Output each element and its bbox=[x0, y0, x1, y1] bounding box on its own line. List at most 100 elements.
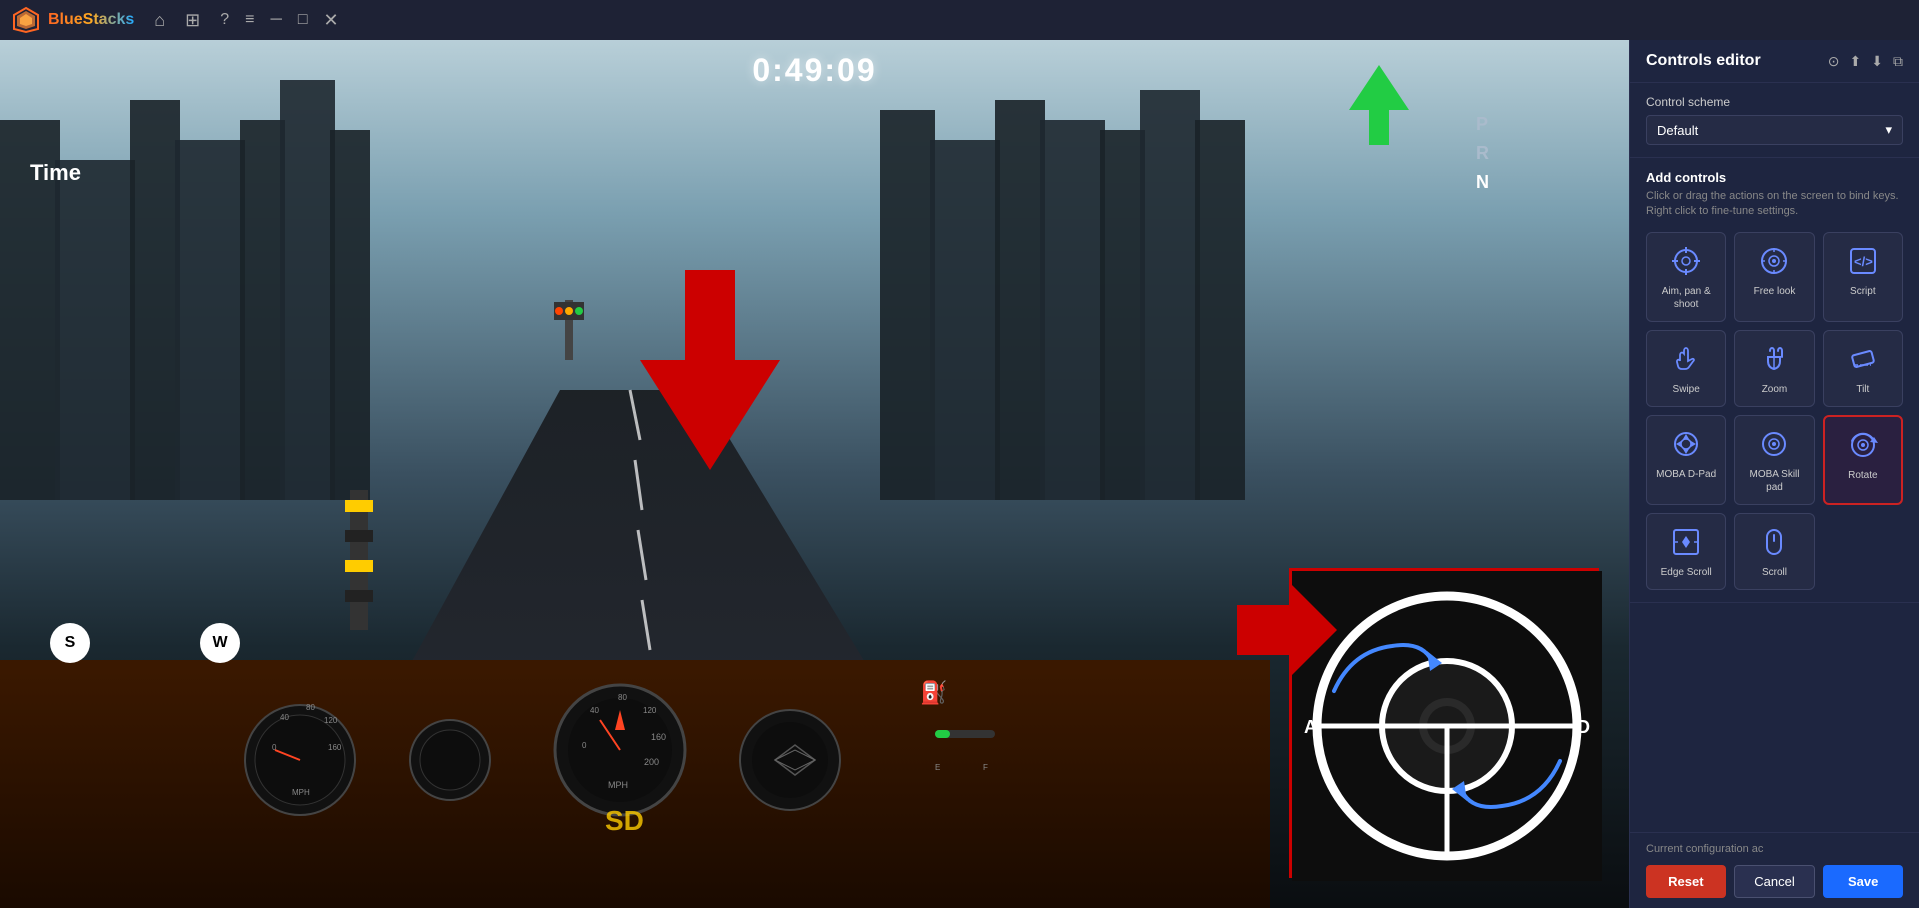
gear-r: R bbox=[1476, 139, 1489, 168]
add-controls-description: Click or drag the actions on the screen … bbox=[1646, 189, 1903, 220]
moba-dpad-icon bbox=[1668, 426, 1704, 462]
swipe-icon bbox=[1668, 341, 1704, 377]
eye-icon bbox=[1756, 243, 1792, 279]
svg-text:A: A bbox=[1304, 717, 1317, 737]
time-label: Time bbox=[30, 160, 81, 186]
svg-text:200: 200 bbox=[644, 757, 659, 767]
svg-text:40: 40 bbox=[590, 706, 599, 715]
edge-scroll-label: Edge Scroll bbox=[1661, 566, 1712, 579]
panel-title: Controls editor bbox=[1646, 52, 1761, 70]
config-status-text: Current configuration ac bbox=[1646, 843, 1903, 855]
control-aim-pan-shoot[interactable]: Aim, pan &shoot bbox=[1646, 232, 1726, 322]
svg-text:160: 160 bbox=[651, 732, 666, 742]
svg-text:F: F bbox=[983, 763, 988, 772]
rotate-label: Rotate bbox=[1848, 469, 1877, 482]
svg-text:E: E bbox=[935, 763, 940, 772]
controls-editor-panel: Controls editor ⊙ ⬆ ⬇ ⧉ Control scheme D… bbox=[1629, 40, 1919, 908]
svg-text:120: 120 bbox=[643, 706, 657, 715]
crosshair-icon bbox=[1668, 243, 1704, 279]
control-rotate[interactable]: Rotate bbox=[1823, 415, 1903, 505]
svg-text:80: 80 bbox=[618, 693, 627, 702]
direction-arrow-up bbox=[1344, 60, 1414, 155]
control-swipe[interactable]: Swipe bbox=[1646, 330, 1726, 407]
control-scheme-dropdown[interactable]: Default ▾ bbox=[1646, 115, 1903, 145]
control-scheme-value: Default bbox=[1657, 123, 1698, 138]
svg-text:80: 80 bbox=[306, 703, 315, 712]
red-arrow-right bbox=[1237, 585, 1337, 680]
home-icon[interactable]: ⌂ bbox=[154, 10, 165, 31]
controls-grid: Aim, pan &shoot bbox=[1646, 232, 1903, 590]
moba-d-pad-label: MOBA D-Pad bbox=[1656, 468, 1716, 481]
menu-icon[interactable]: ≡ bbox=[245, 11, 254, 29]
game-area: MPH 0 40 80 120 160 MPH 0 40 80 120 160 … bbox=[0, 40, 1629, 908]
svg-text:SD: SD bbox=[605, 805, 644, 836]
rotate-icon bbox=[1845, 427, 1881, 463]
aim-pan-shoot-label: Aim, pan &shoot bbox=[1662, 285, 1711, 311]
main-content: MPH 0 40 80 120 160 MPH 0 40 80 120 160 … bbox=[0, 40, 1919, 908]
svg-text:⛽: ⛽ bbox=[920, 680, 947, 705]
zoom-icon bbox=[1756, 341, 1792, 377]
copy-icon[interactable]: ⧉ bbox=[1893, 53, 1903, 70]
big-red-arrow-down bbox=[640, 270, 780, 475]
control-zoom[interactable]: Zoom bbox=[1734, 330, 1814, 407]
chevron-down-icon: ▾ bbox=[1885, 122, 1892, 138]
svg-text:0: 0 bbox=[582, 741, 587, 750]
upload-icon[interactable]: ⬆ bbox=[1850, 53, 1862, 70]
panel-header-icons: ⊙ ⬆ ⬇ ⧉ bbox=[1828, 53, 1903, 70]
control-scheme-label: Control scheme bbox=[1646, 95, 1903, 109]
control-moba-d-pad[interactable]: MOBA D-Pad bbox=[1646, 415, 1726, 505]
svg-text:160: 160 bbox=[328, 743, 342, 752]
control-edge-scroll[interactable]: Edge Scroll bbox=[1646, 513, 1726, 590]
help-circle-icon[interactable]: ⊙ bbox=[1828, 53, 1840, 70]
footer-buttons: Reset Cancel Save bbox=[1646, 865, 1903, 898]
control-moba-skill-pad[interactable]: MOBA Skill pad bbox=[1734, 415, 1814, 505]
moba-skill-pad-label: MOBA Skill pad bbox=[1741, 468, 1807, 494]
moba-skill-icon bbox=[1756, 426, 1792, 462]
scroll-label: Scroll bbox=[1762, 566, 1787, 579]
panel-header: Controls editor ⊙ ⬆ ⬇ ⧉ bbox=[1630, 40, 1919, 83]
download-icon[interactable]: ⬇ bbox=[1871, 53, 1883, 70]
cancel-button[interactable]: Cancel bbox=[1734, 865, 1816, 898]
title-bar-controls: ? ≡ ─ □ ✕ bbox=[220, 10, 338, 31]
add-controls-title: Add controls bbox=[1646, 170, 1903, 185]
help-icon[interactable]: ? bbox=[220, 11, 229, 29]
svg-text:</>: </> bbox=[1854, 254, 1873, 269]
swipe-label: Swipe bbox=[1673, 383, 1700, 396]
scroll-icon bbox=[1756, 524, 1792, 560]
maximize-icon[interactable]: □ bbox=[298, 11, 308, 29]
control-tilt[interactable]: Tilt bbox=[1823, 330, 1903, 407]
svg-text:120: 120 bbox=[324, 716, 338, 725]
close-icon[interactable]: ✕ bbox=[324, 10, 339, 31]
gear-indicator: P R N bbox=[1476, 110, 1489, 196]
minimize-icon[interactable]: ─ bbox=[270, 11, 281, 29]
control-scheme-section: Control scheme Default ▾ bbox=[1630, 83, 1919, 158]
control-scroll[interactable]: Scroll bbox=[1734, 513, 1814, 590]
title-bar-nav: ⌂ ⊞ bbox=[154, 10, 200, 31]
add-controls-section: Add controls Click or drag the actions o… bbox=[1630, 158, 1919, 603]
panel-footer: Current configuration ac Reset Cancel Sa… bbox=[1630, 832, 1919, 908]
title-bar: BlueStacks ⌂ ⊞ ? ≡ ─ □ ✕ bbox=[0, 0, 1919, 40]
svg-text:MPH: MPH bbox=[608, 780, 628, 790]
svg-text:D: D bbox=[1577, 717, 1590, 737]
code-icon: </> bbox=[1845, 243, 1881, 279]
svg-text:40: 40 bbox=[280, 713, 289, 722]
steering-wheel-svg: A D bbox=[1292, 571, 1602, 881]
control-free-look[interactable]: Free look bbox=[1734, 232, 1814, 322]
edge-scroll-icon bbox=[1668, 524, 1704, 560]
app-name: BlueStacks bbox=[48, 11, 134, 29]
key-w: W bbox=[200, 623, 240, 663]
control-script[interactable]: </> Script bbox=[1823, 232, 1903, 322]
svg-text:MPH: MPH bbox=[292, 788, 310, 797]
gear-n: N bbox=[1476, 168, 1489, 197]
free-look-label: Free look bbox=[1754, 285, 1796, 298]
script-label: Script bbox=[1850, 285, 1876, 298]
tilt-icon bbox=[1845, 341, 1881, 377]
gear-p: P bbox=[1476, 110, 1489, 139]
key-s: S bbox=[50, 623, 90, 663]
save-button[interactable]: Save bbox=[1823, 865, 1903, 898]
tilt-label: Tilt bbox=[1856, 383, 1869, 396]
grid-icon[interactable]: ⊞ bbox=[185, 10, 200, 31]
reset-button[interactable]: Reset bbox=[1646, 865, 1726, 898]
zoom-label: Zoom bbox=[1762, 383, 1788, 396]
game-timer: 0:49:09 bbox=[752, 52, 876, 89]
